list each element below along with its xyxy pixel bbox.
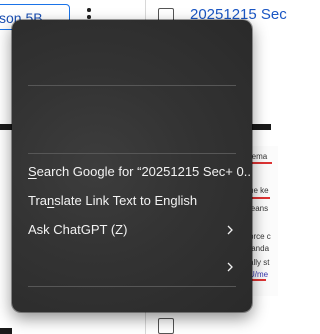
menu-item-submenu[interactable] [12, 252, 252, 282]
thumbnail-text: tanda [249, 244, 270, 253]
thumbnail-mark [252, 279, 266, 281]
document-preview-edge [0, 124, 12, 130]
menu-item-ask-chatgpt[interactable]: Ask ChatGPT (Z) [12, 215, 252, 245]
menu-item-translate-link-text[interactable]: Translate Link Text to English [12, 186, 252, 216]
menu-separator [28, 153, 236, 154]
menu-separator [28, 286, 236, 287]
chevron-right-icon [227, 225, 233, 235]
thumbnail-text: orce c [249, 232, 271, 241]
document-preview-edge [252, 124, 271, 130]
row-checkbox[interactable] [158, 318, 174, 334]
menu-item-label: Translate Link Text to English [28, 193, 198, 208]
thumbnail-text: ally st [249, 258, 270, 267]
document-thumbnail[interactable]: rema he ke leans orce c tanda ally st U/… [248, 146, 278, 296]
thumbnail-mark [252, 162, 272, 164]
context-menu: Search Google for “20251215 Sec+ 0...” T… [12, 20, 252, 312]
menu-separator [28, 85, 236, 86]
menu-item-label: Ask ChatGPT (Z) [28, 222, 128, 237]
menu-item-label: Search Google for “20251215 Sec+ 0...” [28, 164, 252, 179]
chevron-right-icon [227, 262, 233, 272]
document-preview-edge [0, 328, 12, 334]
thumbnail-mark [252, 197, 270, 199]
menu-item-search-google[interactable]: Search Google for “20251215 Sec+ 0...” [12, 157, 252, 187]
